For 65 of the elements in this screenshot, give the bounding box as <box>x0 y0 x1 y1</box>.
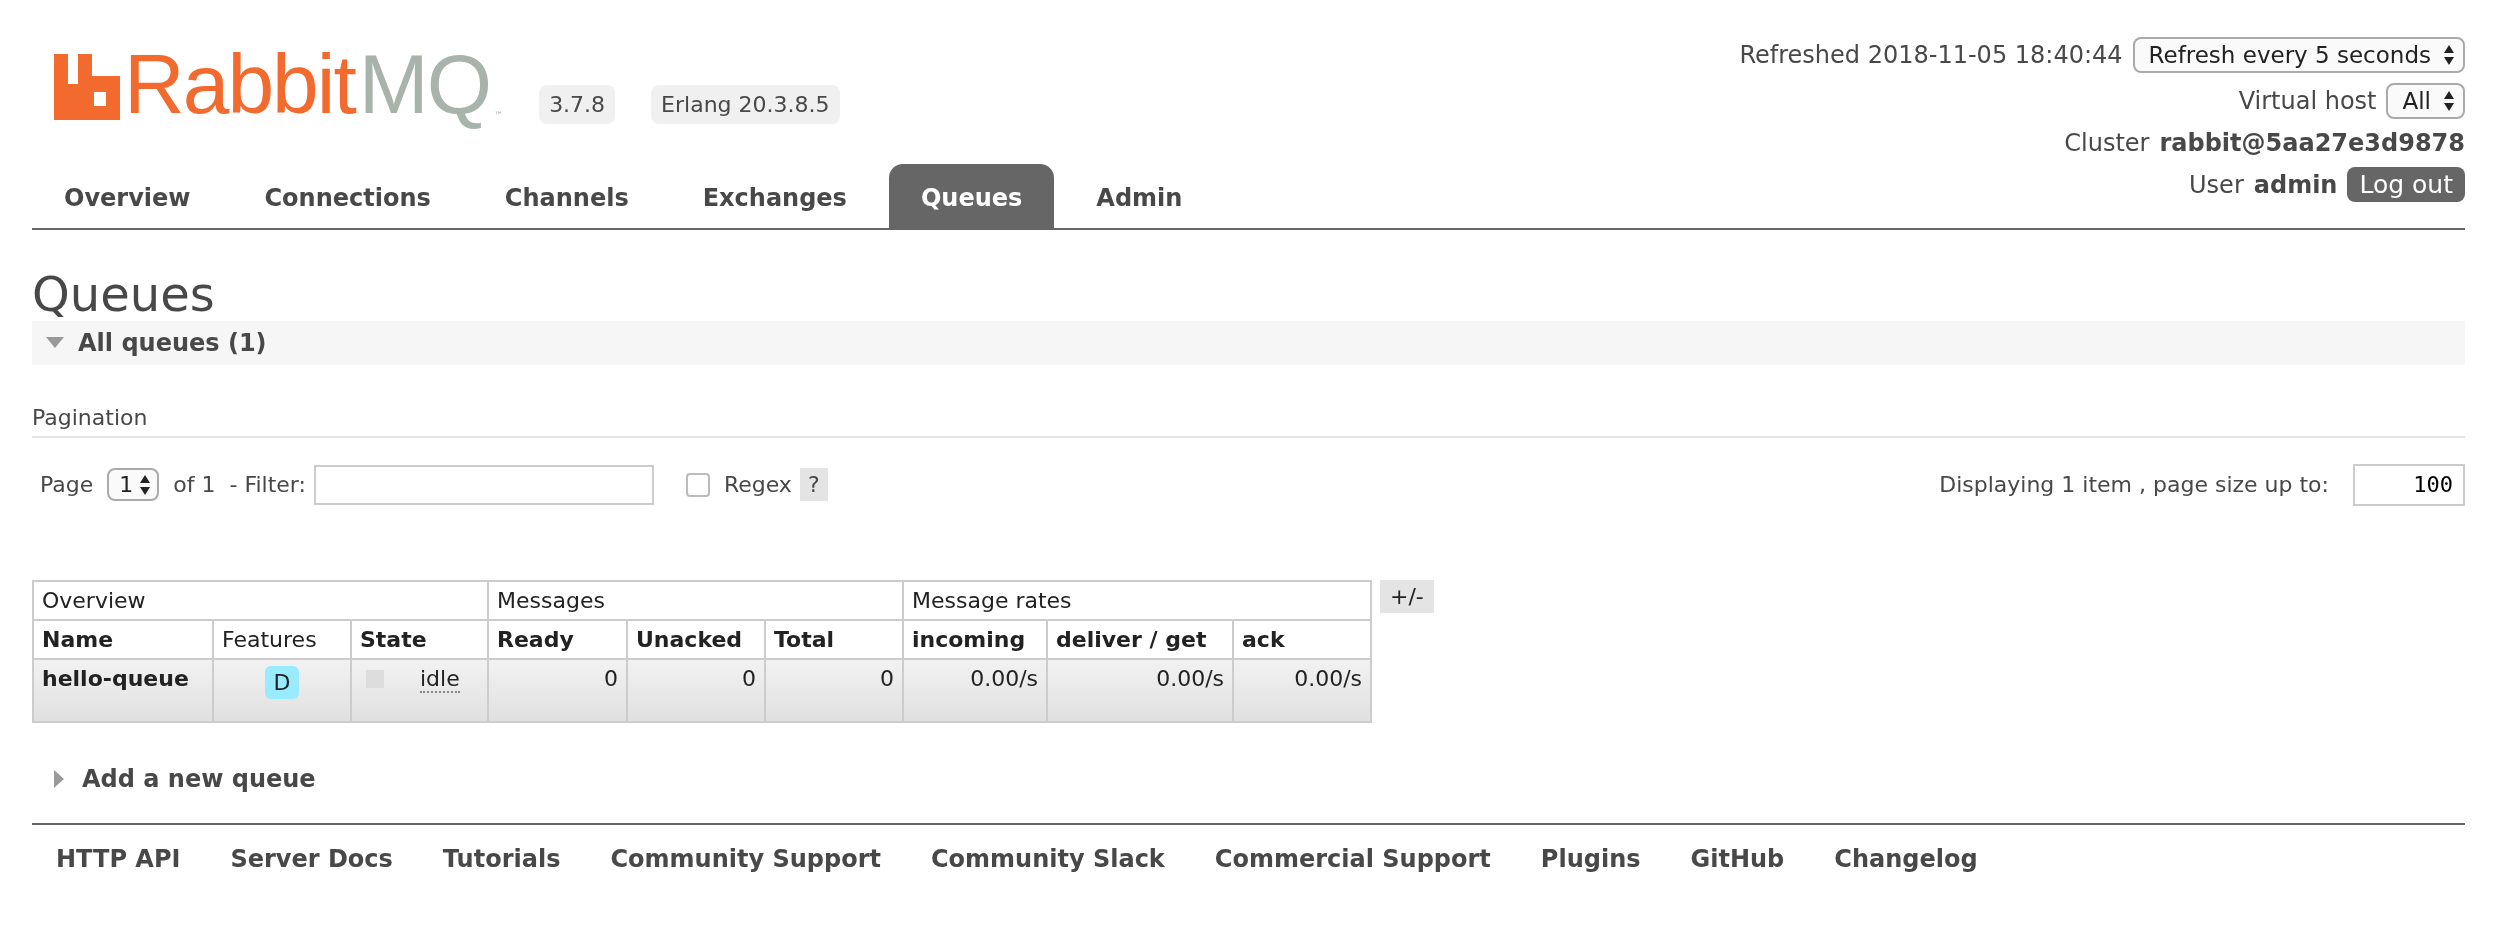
column-group-header: Message rates <box>903 580 1371 620</box>
help-button[interactable]: ? <box>799 468 828 502</box>
footer-link[interactable]: GitHub <box>1690 844 1785 873</box>
footer-link[interactable]: Server Docs <box>230 844 393 873</box>
table-cell: 0.00/s <box>1233 658 1371 722</box>
page-size-field[interactable]: 100 <box>2353 463 2465 506</box>
up-down-arrows-icon <box>139 473 152 496</box>
cluster-name: rabbit@5aa27e3d9878 <box>2159 129 2465 157</box>
nav-tab[interactable]: Overview <box>32 164 223 228</box>
footer-link[interactable]: Commercial Support <box>1214 844 1491 873</box>
add-queue-section-header[interactable]: Add a new queue <box>32 764 2465 793</box>
nav-tab[interactable]: Connections <box>232 164 463 228</box>
column-header: Name <box>33 619 213 659</box>
logout-button[interactable]: Log out <box>2347 167 2465 202</box>
version-tag: 3.7.8 <box>539 85 616 124</box>
column-group-header: Overview <box>33 580 488 620</box>
refresh-interval-select[interactable]: Refresh every 5 seconds <box>2132 37 2465 73</box>
column-header: ack <box>1233 619 1371 659</box>
table-cell: 0 <box>488 658 627 722</box>
footer-link[interactable]: Changelog <box>1834 844 1978 873</box>
nav-tab[interactable]: Exchanges <box>670 164 879 228</box>
table-cell: 0 <box>627 658 765 722</box>
columns-toggle-button[interactable]: +/- <box>1380 579 1434 613</box>
up-down-arrows-icon <box>2443 44 2455 66</box>
regex-label: Regex <box>723 472 792 498</box>
virtual-host-select[interactable]: All <box>2386 83 2465 119</box>
column-header: incoming <box>903 619 1047 659</box>
nav-tab[interactable]: Channels <box>472 164 661 228</box>
footer-link[interactable]: Plugins <box>1540 844 1641 873</box>
page-title: Queues <box>32 268 216 321</box>
section-header[interactable]: All queues (1) <box>32 320 2465 365</box>
column-group-header: Messages <box>488 580 903 620</box>
column-header: Total <box>765 619 903 659</box>
footer-link[interactable]: HTTP API <box>56 844 181 873</box>
durable-badge: D <box>264 665 300 699</box>
table-cell: 0.00/s <box>1047 658 1233 722</box>
footer-link[interactable]: Community Support <box>610 844 881 873</box>
footer-link[interactable]: Community Slack <box>930 844 1165 873</box>
column-header: Ready <box>488 619 627 659</box>
column-header: deliver / get <box>1047 619 1233 659</box>
column-header: State <box>351 619 488 659</box>
page-select[interactable]: 1 <box>107 468 160 502</box>
page-label: Page <box>40 472 94 498</box>
footer-link[interactable]: Tutorials <box>442 844 561 873</box>
refreshed-timestamp: Refreshed 2018-11-05 18:40:44 <box>1739 41 2123 69</box>
column-header: Features <box>213 619 351 659</box>
version-tag: Erlang 20.3.8.5 <box>651 85 840 124</box>
filter-field[interactable] <box>313 464 654 505</box>
regex-checkbox[interactable] <box>685 472 710 497</box>
page-count: of 1 <box>173 472 216 498</box>
cluster-label: Cluster <box>2064 129 2150 157</box>
state-label: idle <box>420 665 460 693</box>
user-name: admin <box>2253 170 2338 199</box>
column-header: Unacked <box>627 619 765 659</box>
table-cell: 0 <box>765 658 903 722</box>
nav-tab[interactable]: Queues <box>888 164 1055 228</box>
displaying-label: Displaying 1 item , page size up to: <box>1939 472 2329 498</box>
virtual-host-label: Virtual host <box>2238 87 2377 115</box>
pagination-heading: Pagination <box>32 404 2465 438</box>
user-label: User <box>2189 170 2244 199</box>
filter-label: - Filter: <box>229 472 306 498</box>
up-down-arrows-icon <box>2443 90 2455 112</box>
table-cell: 0.00/s <box>903 658 1047 722</box>
table-cell[interactable]: hello-queue <box>33 658 213 722</box>
nav-tab[interactable]: Admin <box>1064 164 1215 228</box>
